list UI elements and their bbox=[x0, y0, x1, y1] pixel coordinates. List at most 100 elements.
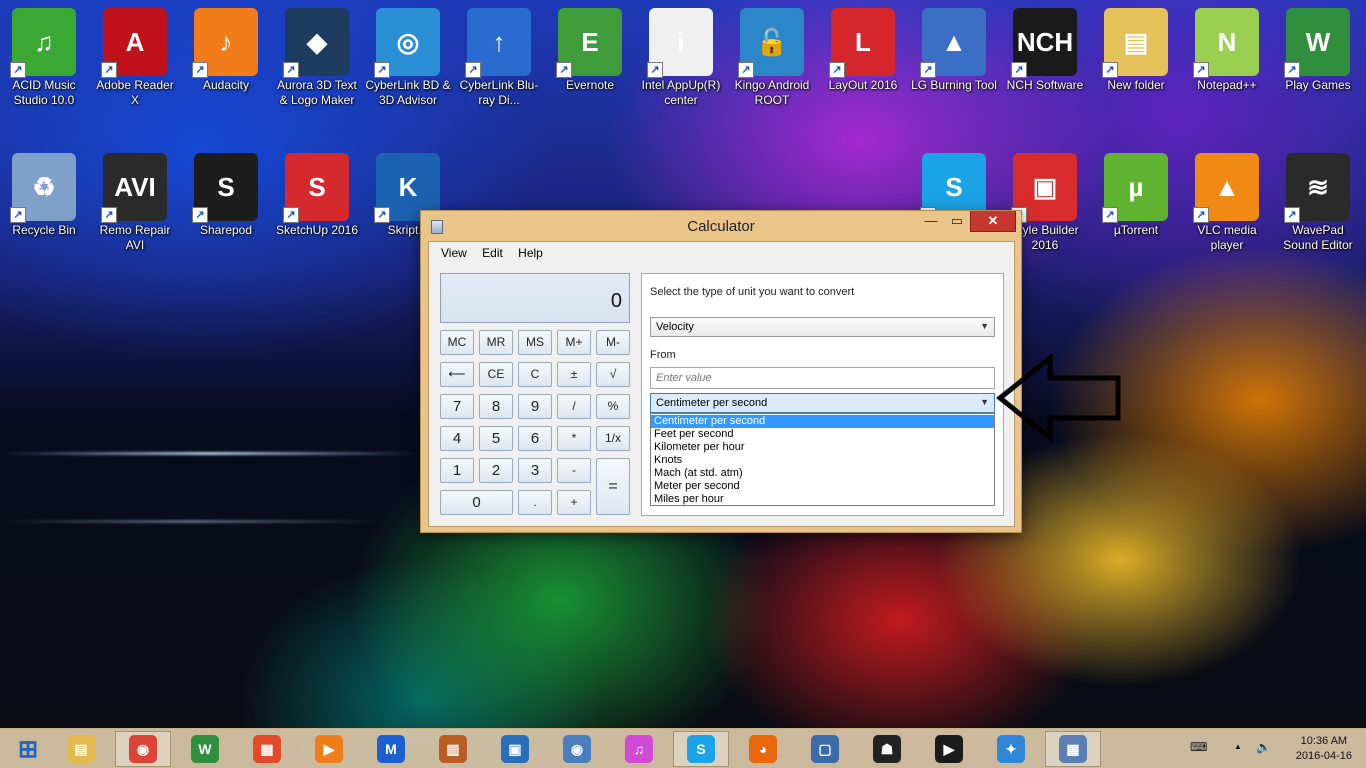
taskbar-file-explorer[interactable]: ▤ bbox=[53, 731, 109, 767]
desktop-icon[interactable]: E ↗ Evernote bbox=[546, 0, 634, 130]
desktop-icon[interactable]: ▲ ↗ LG Burning Tool bbox=[910, 0, 998, 130]
taskbar-skype[interactable]: S bbox=[673, 731, 729, 767]
key-add[interactable]: + bbox=[557, 490, 591, 515]
shortcut-arrow-icon: ↗ bbox=[1102, 62, 1118, 78]
menu-edit[interactable]: Edit bbox=[476, 242, 509, 264]
taskbar-calculator[interactable]: ▦ bbox=[1045, 731, 1101, 767]
key-n0[interactable]: 0 bbox=[440, 490, 513, 515]
desktop-icon[interactable]: N ↗ Notepad++ bbox=[1183, 0, 1271, 130]
key-ms[interactable]: MS bbox=[518, 330, 552, 355]
taskbar-store[interactable]: ▦ bbox=[239, 731, 295, 767]
taskbar-play-games[interactable]: W bbox=[177, 731, 233, 767]
key-mminus[interactable]: M- bbox=[596, 330, 630, 355]
shortcut-arrow-icon: ↗ bbox=[738, 62, 754, 78]
key-sub[interactable]: - bbox=[557, 458, 591, 483]
taskbar-itunes[interactable]: ♫ bbox=[611, 731, 667, 767]
key-eq[interactable]: = bbox=[596, 458, 630, 515]
key-dot[interactable]: . bbox=[518, 490, 552, 515]
desktop-icon[interactable]: ▤ ↗ New folder bbox=[1092, 0, 1180, 130]
desktop-icon[interactable]: ◆ ↗ Aurora 3D Text & Logo Maker bbox=[273, 0, 361, 130]
tray-chevron-icon[interactable]: ▲ bbox=[1234, 742, 1242, 768]
desktop-icon[interactable]: 🔓 ↗ Kingo Android ROOT bbox=[728, 0, 816, 130]
taskbar-video-player[interactable]: ▶ bbox=[921, 731, 977, 767]
taskbar-chrome[interactable]: ◉ bbox=[115, 731, 171, 767]
taskbar-malwarebytes[interactable]: M bbox=[363, 731, 419, 767]
unit-option[interactable]: Feet per second bbox=[651, 428, 994, 441]
desktop-icon[interactable]: ♻ ↗ Recycle Bin bbox=[0, 145, 88, 275]
desktop-icon[interactable]: A ↗ Adobe Reader X bbox=[91, 0, 179, 130]
app-icon: µ ↗ bbox=[1102, 153, 1168, 223]
conversion-type-select[interactable]: Velocity ▼ bbox=[650, 317, 995, 337]
from-value-input[interactable] bbox=[650, 367, 995, 389]
key-inv[interactable]: 1/x bbox=[596, 426, 630, 451]
taskbar-library[interactable]: ▥ bbox=[425, 731, 481, 767]
calculator-window[interactable]: Calculator — ▭ ✕ View Edit Help 0 MC MR MS… bbox=[420, 210, 1022, 533]
calculator-titlebar[interactable]: Calculator — ▭ ✕ bbox=[421, 211, 1021, 241]
desktop-icon[interactable]: S ↗ SketchUp 2016 bbox=[273, 145, 361, 275]
key-mul[interactable]: * bbox=[557, 426, 591, 451]
key-sqrt[interactable]: √ bbox=[596, 362, 630, 387]
unit-option[interactable]: Kilometer per hour bbox=[651, 441, 994, 454]
desktop-icon[interactable]: W ↗ Play Games bbox=[1274, 0, 1362, 130]
taskbar-media-player[interactable]: ▶ bbox=[301, 731, 357, 767]
unit-option[interactable]: Meter per second bbox=[651, 480, 994, 493]
shortcut-arrow-icon: ↗ bbox=[101, 62, 117, 78]
close-button[interactable]: ✕ bbox=[970, 211, 1016, 232]
desktop-icon-label: Aurora 3D Text & Logo Maker bbox=[277, 78, 357, 107]
unit-option[interactable]: Knots bbox=[651, 454, 994, 467]
key-mplus[interactable]: M+ bbox=[557, 330, 591, 355]
key-n9[interactable]: 9 bbox=[518, 394, 552, 419]
key-mc[interactable]: MC bbox=[440, 330, 474, 355]
key-c[interactable]: C bbox=[518, 362, 552, 387]
key-n6[interactable]: 6 bbox=[518, 426, 552, 451]
key-back[interactable]: ⟵ bbox=[440, 362, 474, 387]
desktop-icon[interactable]: ≋ ↗ WavePad Sound Editor bbox=[1274, 145, 1362, 275]
desktop-icon[interactable]: µ ↗ µTorrent bbox=[1092, 145, 1180, 275]
desktop-icon[interactable]: i ↗ Intel AppUp(R) center bbox=[637, 0, 725, 130]
taskbar-remote-desktop[interactable]: ▢ bbox=[797, 731, 853, 767]
key-pct[interactable]: % bbox=[596, 394, 630, 419]
from-unit-select[interactable]: Centimeter per second ▼ bbox=[650, 393, 995, 413]
unit-option[interactable]: Centimeter per second bbox=[651, 415, 994, 428]
key-n8[interactable]: 8 bbox=[479, 394, 513, 419]
remote-desktop-icon: ▢ bbox=[811, 735, 839, 763]
key-n5[interactable]: 5 bbox=[479, 426, 513, 451]
maximize-button[interactable]: ▭ bbox=[944, 211, 970, 232]
key-n4[interactable]: 4 bbox=[440, 426, 474, 451]
desktop-icon-label: Intel AppUp(R) center bbox=[641, 78, 721, 107]
desktop-icon[interactable]: L ↗ LayOut 2016 bbox=[819, 0, 907, 130]
desktop-icon[interactable]: ♫ ↗ ACID Music Studio 10.0 bbox=[0, 0, 88, 130]
desktop-icon[interactable]: ♪ ↗ Audacity bbox=[182, 0, 270, 130]
shortcut-arrow-icon: ↗ bbox=[1102, 207, 1118, 223]
minimize-button[interactable]: — bbox=[918, 211, 944, 232]
clock[interactable]: 10:36 AM 2016-04-16 bbox=[1296, 734, 1352, 764]
taskbar-hacker-app[interactable]: ☗ bbox=[859, 731, 915, 767]
key-n3[interactable]: 3 bbox=[518, 458, 552, 483]
desktop-icon[interactable]: S ↗ Sharepod bbox=[182, 145, 270, 275]
desktop-icon[interactable]: ▲ ↗ VLC media player bbox=[1183, 145, 1271, 275]
chrome-icon: ◉ bbox=[129, 735, 157, 763]
taskbar-safari[interactable]: ✦ bbox=[983, 731, 1039, 767]
unit-option[interactable]: Miles per hour bbox=[651, 493, 994, 506]
key-mr[interactable]: MR bbox=[479, 330, 513, 355]
menu-view[interactable]: View bbox=[435, 242, 473, 264]
menu-help[interactable]: Help bbox=[512, 242, 549, 264]
key-n2[interactable]: 2 bbox=[479, 458, 513, 483]
key-ce[interactable]: CE bbox=[479, 362, 513, 387]
taskbar-webcam[interactable]: ◉ bbox=[549, 731, 605, 767]
key-plusminus[interactable]: ± bbox=[557, 362, 591, 387]
taskbar-firefox[interactable]: ◕ bbox=[735, 731, 791, 767]
key-n7[interactable]: 7 bbox=[440, 394, 474, 419]
desktop-icon[interactable]: NCH ↗ NCH Software bbox=[1001, 0, 1089, 130]
key-n1[interactable]: 1 bbox=[440, 458, 474, 483]
taskbar-start-button[interactable]: ⊞ bbox=[0, 731, 56, 767]
taskbar-video-app[interactable]: ▣ bbox=[487, 731, 543, 767]
desktop-icon[interactable]: ◎ ↗ CyberLink BD & 3D Advisor bbox=[364, 0, 452, 130]
key-div[interactable]: / bbox=[557, 394, 591, 419]
unit-option[interactable]: Mach (at std. atm) bbox=[651, 467, 994, 480]
calculator-client-area: View Edit Help 0 MC MR MS M+ M- ⟵ CE C ± √ 7 8 9/% 4 5… bbox=[428, 241, 1015, 527]
desktop-icon[interactable]: AVI ↗ Remo Repair AVI bbox=[91, 145, 179, 275]
desktop-icon[interactable]: ↑ ↗ CyberLink Blu-ray Di... bbox=[455, 0, 543, 130]
volume-icon[interactable]: 🔈 bbox=[1256, 740, 1271, 768]
keyboard-icon[interactable]: ⌨ bbox=[1190, 740, 1207, 768]
